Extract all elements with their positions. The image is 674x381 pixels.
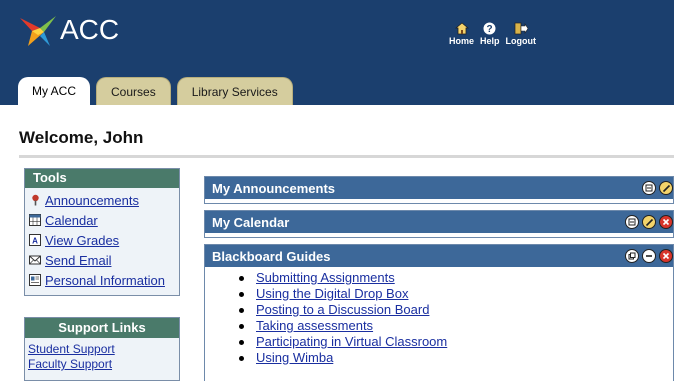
tools-list: Announcements Calendar A View Grades Sen… <box>25 188 179 290</box>
guide-link[interactable]: Submitting Assignments <box>256 270 395 286</box>
tab-my-acc[interactable]: My ACC <box>18 77 91 105</box>
module-title: Blackboard Guides <box>212 248 331 264</box>
announcements-icon <box>29 194 41 206</box>
header-bar: ACC Home ? Help Logout My ACC Courses Li… <box>0 0 674 105</box>
grades-icon: A <box>29 234 41 246</box>
bullet <box>239 291 244 297</box>
bullet <box>239 323 244 329</box>
minimize-icon[interactable] <box>625 215 639 229</box>
personal-info-icon <box>29 274 41 286</box>
logout-label: Logout <box>505 36 537 46</box>
tools-item-personal-information[interactable]: Personal Information <box>29 270 179 290</box>
help-link[interactable]: ? Help <box>480 22 500 46</box>
tab-bar: My ACC Courses Library Services <box>18 77 293 105</box>
email-icon <box>29 254 41 266</box>
welcome-heading: Welcome, John <box>19 128 144 147</box>
top-nav: Home ? Help Logout <box>449 22 536 46</box>
edit-icon[interactable] <box>642 215 656 229</box>
logout-link[interactable]: Logout <box>505 22 537 46</box>
restore-icon[interactable] <box>625 249 639 263</box>
bullet <box>239 355 244 361</box>
brand-name: ACC <box>60 14 120 45</box>
close-icon[interactable] <box>659 215 673 229</box>
module-controls <box>625 249 673 263</box>
guide-link[interactable]: Using the Digital Drop Box <box>256 286 408 302</box>
student-support-link[interactable]: Student Support <box>25 342 179 357</box>
tab-courses[interactable]: Courses <box>96 77 171 105</box>
guide-link[interactable]: Taking assessments <box>256 318 373 334</box>
acc-logo[interactable]: ACC <box>18 12 119 48</box>
send-email-link[interactable]: Send Email <box>45 253 111 268</box>
announcements-link[interactable]: Announcements <box>45 193 139 208</box>
view-grades-link[interactable]: View Grades <box>45 233 119 248</box>
module-header: Blackboard Guides <box>205 245 673 267</box>
minimize-icon[interactable] <box>642 181 656 195</box>
list-item: Taking assessments <box>239 318 673 334</box>
module-header: My Calendar <box>205 211 673 233</box>
home-icon <box>454 22 469 35</box>
bullet <box>239 339 244 345</box>
collapse-icon[interactable] <box>642 249 656 263</box>
logout-icon <box>514 22 528 35</box>
module-title: My Announcements <box>212 180 336 196</box>
help-label: Help <box>480 36 500 46</box>
svg-text:?: ? <box>487 24 493 35</box>
module-header: My Announcements <box>205 177 673 199</box>
module-my-calendar: My Calendar <box>204 210 674 238</box>
guide-link[interactable]: Using Wimba <box>256 350 333 366</box>
module-my-announcements: My Announcements <box>204 176 674 204</box>
tools-title: Tools <box>25 169 179 188</box>
calendar-icon <box>29 214 41 226</box>
module-blackboard-guides: Blackboard Guides Submitting Assignments… <box>204 244 674 381</box>
support-links-box: Support Links Student Support Faculty Su… <box>24 317 180 381</box>
acc-star-logo-icon <box>20 16 56 46</box>
module-controls <box>625 215 673 229</box>
module-controls <box>642 181 673 195</box>
calendar-link[interactable]: Calendar <box>45 213 98 228</box>
tools-box: Tools Announcements Calendar A View Grad… <box>24 168 180 296</box>
faculty-support-link[interactable]: Faculty Support <box>25 357 179 372</box>
tools-item-announcements[interactable]: Announcements <box>29 190 179 210</box>
tools-item-view-grades[interactable]: A View Grades <box>29 230 179 250</box>
guides-list: Submitting Assignments Using the Digital… <box>205 267 673 366</box>
list-item: Participating in Virtual Classroom <box>239 334 673 350</box>
bullet <box>239 275 244 281</box>
tools-item-calendar[interactable]: Calendar <box>29 210 179 230</box>
support-links-title: Support Links <box>25 318 179 338</box>
module-title: My Calendar <box>212 214 290 230</box>
tools-item-send-email[interactable]: Send Email <box>29 250 179 270</box>
home-label: Home <box>449 36 475 46</box>
close-icon[interactable] <box>659 249 673 263</box>
home-link[interactable]: Home <box>449 22 474 46</box>
personal-information-link[interactable]: Personal Information <box>45 273 165 288</box>
bullet <box>239 307 244 313</box>
svg-text:A: A <box>32 237 38 246</box>
list-item: Posting to a Discussion Board <box>239 302 673 318</box>
edit-icon[interactable] <box>659 181 673 195</box>
tab-library-services[interactable]: Library Services <box>176 77 293 105</box>
list-item: Using Wimba <box>239 350 673 366</box>
list-item: Submitting Assignments <box>239 270 673 286</box>
list-item: Using the Digital Drop Box <box>239 286 673 302</box>
help-icon: ? <box>483 22 497 35</box>
divider <box>19 155 674 158</box>
guide-link[interactable]: Posting to a Discussion Board <box>256 302 429 318</box>
guide-link[interactable]: Participating in Virtual Classroom <box>256 334 447 350</box>
